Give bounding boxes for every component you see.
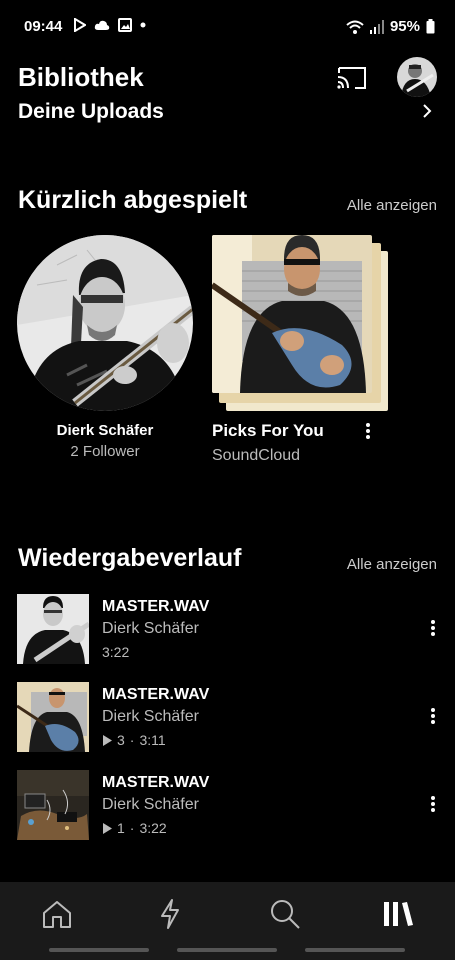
cloud-icon [94, 20, 110, 30]
track-duration: 3:11 [139, 732, 166, 748]
artist-followers: 2 Follower [70, 443, 140, 460]
track-artwork [17, 682, 89, 752]
more-vertical-icon[interactable] [362, 421, 374, 441]
meta-separator: · [129, 820, 135, 836]
track-duration: 3:22 [102, 644, 130, 660]
track-meta: 1 · 3:22 [102, 820, 167, 836]
image-icon [118, 18, 132, 32]
playlist-title: Picks For You [212, 421, 324, 440]
nav-search[interactable] [265, 896, 305, 932]
home-icon [43, 901, 71, 928]
cast-icon [337, 67, 366, 89]
gesture-bar [177, 948, 277, 952]
uploads-row[interactable]: Deine Uploads [0, 100, 455, 126]
track-title: MASTER.WAV [102, 774, 210, 791]
recently-played-title: Kürzlich abgespielt [18, 186, 248, 214]
avatar-image [397, 57, 437, 97]
track-artist: Dierk Schäfer [102, 796, 199, 813]
status-system-icons: 95% [346, 18, 435, 35]
user-avatar[interactable] [397, 57, 437, 97]
playlist-subtitle: SoundCloud [212, 447, 301, 464]
history-track[interactable]: MASTER.WAV Dierk Schäfer 3:22 [17, 594, 447, 666]
track-artwork-image [17, 594, 89, 664]
nav-feed[interactable] [150, 896, 190, 932]
page-title: Bibliothek [18, 62, 144, 92]
wifi-icon [346, 20, 364, 34]
cast-button[interactable] [335, 62, 369, 92]
track-meta: 3 · 3:11 [102, 732, 166, 748]
track-artist: Dierk Schäfer [102, 708, 199, 725]
library-icon [384, 902, 413, 926]
meta-separator: · [129, 732, 135, 748]
history-track[interactable]: MASTER.WAV Dierk Schäfer 3 · 3:11 [17, 682, 447, 754]
track-plays: 3 [117, 732, 125, 748]
status-bar: 09:44 95% [0, 0, 455, 52]
recently-played-see-all[interactable]: Alle anzeigen [347, 197, 437, 214]
track-artwork-image [17, 682, 89, 752]
status-notification-icons [74, 18, 146, 32]
nav-library[interactable] [378, 896, 418, 932]
chevron-right-icon [423, 104, 432, 118]
track-duration: 3:22 [139, 820, 167, 836]
battery-icon [426, 19, 435, 34]
gesture-bar [305, 948, 405, 952]
recent-artist-card[interactable]: Dierk Schäfer 2 Follower [17, 235, 193, 460]
artist-name: Dierk Schäfer [56, 422, 154, 439]
play-store-icon [74, 18, 86, 32]
playlist-artwork [212, 235, 372, 393]
track-artwork [17, 594, 89, 664]
lightning-icon [161, 899, 179, 929]
track-title: MASTER.WAV [102, 686, 210, 703]
artist-photo [17, 235, 193, 411]
playlist-photo [212, 235, 372, 393]
history-track[interactable]: MASTER.WAV Dierk Schäfer 1 · 3:22 [17, 770, 447, 842]
more-vertical-icon[interactable] [427, 618, 439, 638]
play-count-icon [103, 822, 112, 834]
track-plays: 1 [117, 820, 125, 836]
app-header: Bibliothek [0, 52, 455, 102]
more-vertical-icon[interactable] [427, 706, 439, 726]
track-artwork [17, 770, 89, 840]
more-vertical-icon[interactable] [427, 794, 439, 814]
battery-percent: 95% [389, 18, 420, 35]
track-title: MASTER.WAV [102, 598, 210, 615]
track-meta: 3:22 [102, 644, 129, 660]
dot-icon [140, 22, 146, 28]
track-artwork-image [17, 770, 89, 840]
gesture-bar [49, 948, 149, 952]
history-see-all[interactable]: Alle anzeigen [347, 556, 437, 573]
history-title: Wiedergabeverlauf [18, 544, 242, 572]
uploads-label: Deine Uploads [18, 100, 164, 123]
status-time: 09:44 [24, 18, 63, 35]
track-artist: Dierk Schäfer [102, 620, 199, 637]
search-icon [271, 900, 300, 929]
bottom-navigation [0, 882, 455, 960]
signal-icon [369, 19, 384, 34]
play-count-icon [103, 734, 112, 746]
artist-avatar [17, 235, 193, 411]
nav-home[interactable] [37, 896, 77, 932]
